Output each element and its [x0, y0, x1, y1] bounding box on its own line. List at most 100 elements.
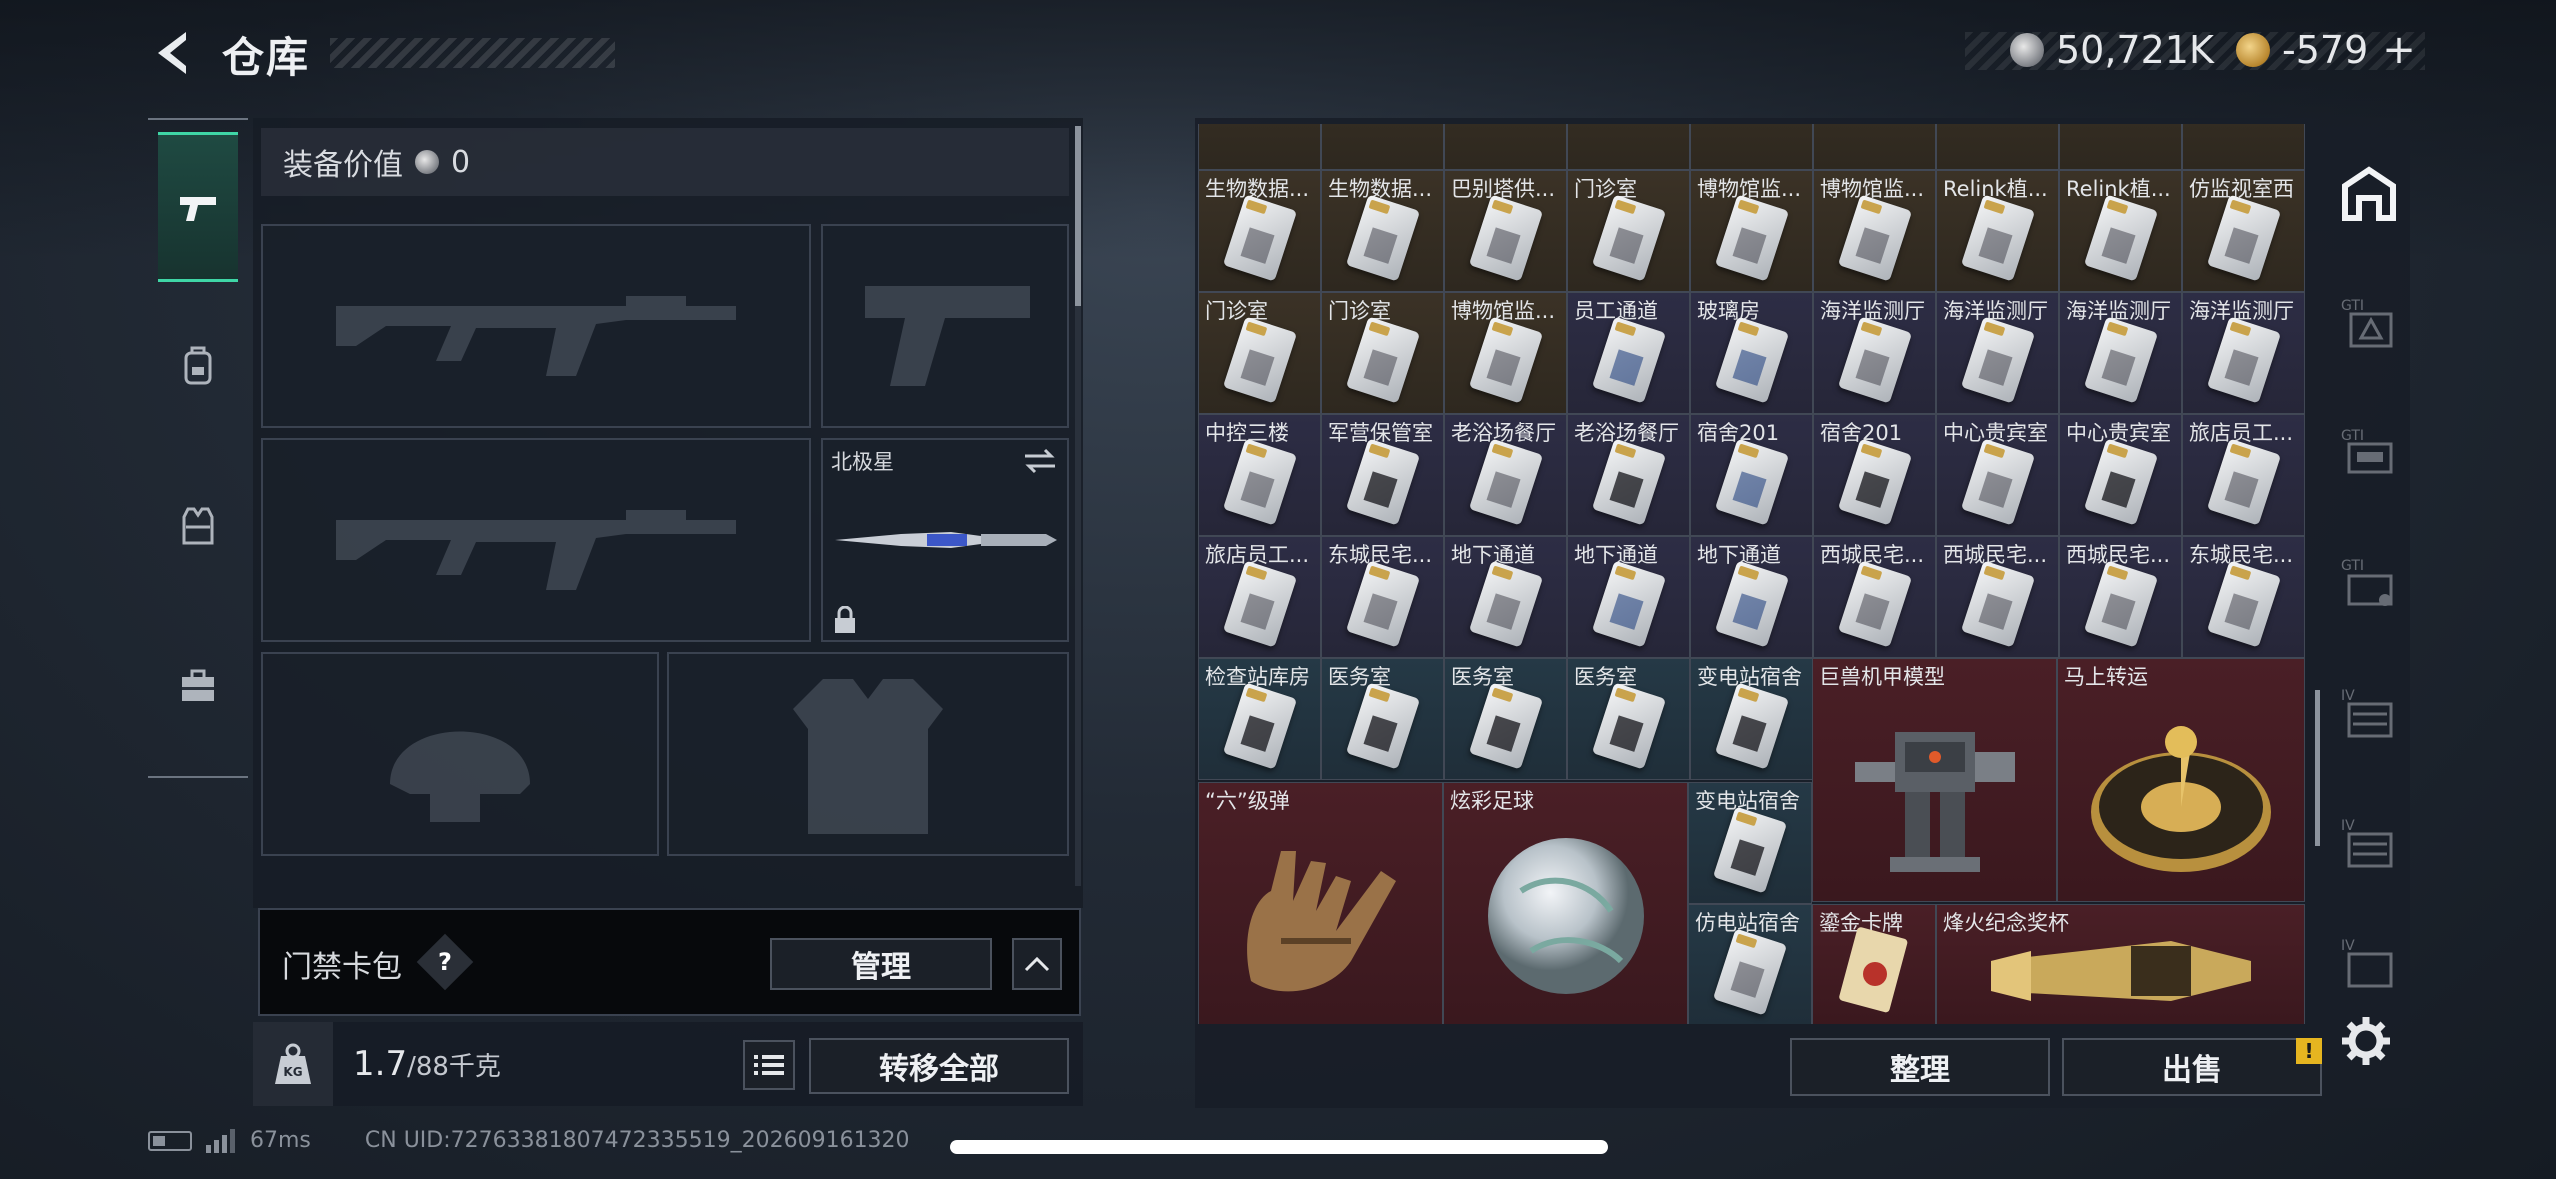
storage-item[interactable]: Relink植... — [2059, 170, 2182, 292]
storage-item[interactable]: 西城民宅... — [1813, 536, 1936, 658]
item-beacon-trophy[interactable]: 烽火纪念奖杯 — [1936, 904, 2305, 1024]
storage-item[interactable] — [1690, 124, 1813, 170]
storage-item[interactable]: 旅店员工... — [1198, 536, 1321, 658]
storage-item[interactable]: 地下通道 — [1567, 536, 1690, 658]
secondary-weapon-slot[interactable] — [261, 438, 811, 642]
pistol-slot[interactable] — [821, 224, 1069, 428]
currency-gold[interactable]: -579 + — [2236, 26, 2416, 74]
access-card-icon — [1591, 682, 1666, 770]
storage-item[interactable] — [1813, 124, 1936, 170]
access-card-icon — [1222, 560, 1297, 648]
storage-item[interactable]: 员工通道 — [1567, 292, 1690, 414]
sell-button[interactable]: 出售 ! — [2062, 1038, 2322, 1096]
storage-item[interactable]: 海洋监测厅 — [1813, 292, 1936, 414]
storage-scrollbar[interactable] — [2315, 690, 2320, 846]
storage-item[interactable]: 海洋监测厅 — [2182, 292, 2305, 414]
storage-item[interactable]: 宿舍201 — [1690, 414, 1813, 536]
back-arrow-icon[interactable] — [150, 28, 194, 78]
nav-toolbox[interactable] — [158, 610, 238, 760]
storage-item[interactable]: 医务室 — [1567, 658, 1690, 780]
storage-item[interactable]: 西城民宅... — [1936, 536, 2059, 658]
storage-item[interactable]: 老浴场餐厅 — [1567, 414, 1690, 536]
storage-item[interactable] — [2182, 124, 2305, 170]
melee-name: 北极星 — [831, 450, 894, 474]
storage-item[interactable]: 地下通道 — [1444, 536, 1567, 658]
item-lucky-wheel[interactable]: 马上转运 — [2057, 658, 2305, 902]
storage-item[interactable]: 中控三楼 — [1198, 414, 1321, 536]
storage-item[interactable]: 海洋监测厅 — [1936, 292, 2059, 414]
storage-item[interactable]: 生物数据... — [1321, 170, 1444, 292]
equipment-scrollbar[interactable] — [1075, 126, 1081, 886]
storage-item[interactable]: 生物数据... — [1198, 170, 1321, 292]
helmet-slot[interactable] — [261, 652, 659, 856]
storage-item[interactable]: 博物馆监... — [1444, 292, 1567, 414]
storage-item[interactable]: 检查站库房 — [1198, 658, 1321, 780]
nav-vest[interactable] — [158, 450, 238, 600]
access-card-icon — [1591, 438, 1666, 526]
item-substation-dorm[interactable]: 变电站宿舍 — [1688, 782, 1812, 904]
item-gold-card[interactable]: 鎏金卡牌 — [1812, 904, 1936, 1024]
storage-item[interactable]: Relink植... — [1936, 170, 2059, 292]
item-mech-model[interactable]: 巨兽机甲模型 — [1812, 658, 2057, 902]
storage-item[interactable] — [1567, 124, 1690, 170]
manage-button[interactable]: 管理 — [770, 938, 992, 990]
sort-button[interactable]: 整理 — [1790, 1038, 2050, 1096]
storage-item-name: 生物数据... — [1205, 177, 1310, 201]
add-currency-button[interactable]: + — [2382, 27, 2416, 73]
tab-storage-4[interactable]: IV — [2335, 680, 2403, 748]
storage-item[interactable]: 东城民宅... — [2182, 536, 2305, 658]
melee-slot[interactable]: 北极星 — [821, 438, 1069, 642]
storage-item[interactable]: 西城民宅... — [2059, 536, 2182, 658]
settings-gear-icon[interactable] — [2340, 1015, 2392, 1067]
item-substation-dorm-2[interactable]: 仿电站宿舍 — [1688, 904, 1812, 1024]
storage-item[interactable]: 中心贵宾室 — [1936, 414, 2059, 536]
storage-item[interactable]: 门诊室 — [1567, 170, 1690, 292]
tab-storage-2[interactable]: GTI — [2335, 420, 2403, 488]
transfer-all-button[interactable]: 转移全部 — [809, 1038, 1069, 1094]
tab-storage-1[interactable]: GTI — [2335, 290, 2403, 358]
collapse-button[interactable] — [1012, 938, 1062, 990]
storage-item[interactable] — [2059, 124, 2182, 170]
storage-item[interactable]: 宿舍201 — [1813, 414, 1936, 536]
storage-item[interactable]: 东城民宅... — [1321, 536, 1444, 658]
gold-coin-icon — [2236, 33, 2270, 67]
storage-item[interactable]: 博物馆监... — [1813, 170, 1936, 292]
storage-item[interactable]: 医务室 — [1444, 658, 1567, 780]
access-card-icon — [1591, 194, 1666, 282]
storage-item[interactable] — [1444, 124, 1567, 170]
tab-home[interactable] — [2335, 160, 2403, 228]
storage-item[interactable]: 博物馆监... — [1690, 170, 1813, 292]
armor-slot[interactable] — [667, 652, 1069, 856]
primary-weapon-slot[interactable] — [261, 224, 811, 428]
nav-weapons[interactable] — [158, 132, 238, 282]
nav-backpack[interactable] — [158, 290, 238, 440]
storage-item[interactable]: 老浴场餐厅 — [1444, 414, 1567, 536]
storage-item[interactable] — [1198, 124, 1321, 170]
storage-item[interactable]: 军营保管室 — [1321, 414, 1444, 536]
storage-stack-icon: IV — [2341, 688, 2393, 738]
storage-item[interactable]: 巴别塔供... — [1444, 170, 1567, 292]
tab-storage-3[interactable]: GTI — [2335, 550, 2403, 618]
storage-item[interactable]: 旅店员工... — [2182, 414, 2305, 536]
storage-item[interactable]: 地下通道 — [1690, 536, 1813, 658]
storage-item[interactable]: 医务室 — [1321, 658, 1444, 780]
item-grade-six-bullet[interactable]: “六”级弹 — [1198, 782, 1443, 1024]
storage-item[interactable]: 海洋监测厅 — [2059, 292, 2182, 414]
storage-item[interactable]: 中心贵宾室 — [2059, 414, 2182, 536]
access-card-icon — [1345, 194, 1420, 282]
storage-item[interactable]: 玻璃房 — [1690, 292, 1813, 414]
storage-item[interactable] — [1321, 124, 1444, 170]
item-colorful-football[interactable]: 炫彩足球 — [1443, 782, 1688, 1024]
storage-item[interactable]: 门诊室 — [1321, 292, 1444, 414]
help-icon[interactable]: ? — [416, 933, 474, 991]
swap-icon[interactable] — [1023, 446, 1057, 476]
tab-storage-6[interactable]: IV — [2335, 930, 2403, 998]
storage-item[interactable]: 门诊室 — [1198, 292, 1321, 414]
list-view-button[interactable] — [743, 1040, 795, 1090]
lock-icon — [835, 606, 855, 633]
tab-storage-5[interactable]: IV — [2335, 810, 2403, 878]
storage-item[interactable]: 变电站宿舍 — [1690, 658, 1813, 780]
access-card-icon — [1591, 316, 1666, 404]
storage-item[interactable]: 仿监视室西 — [2182, 170, 2305, 292]
storage-item[interactable] — [1936, 124, 2059, 170]
